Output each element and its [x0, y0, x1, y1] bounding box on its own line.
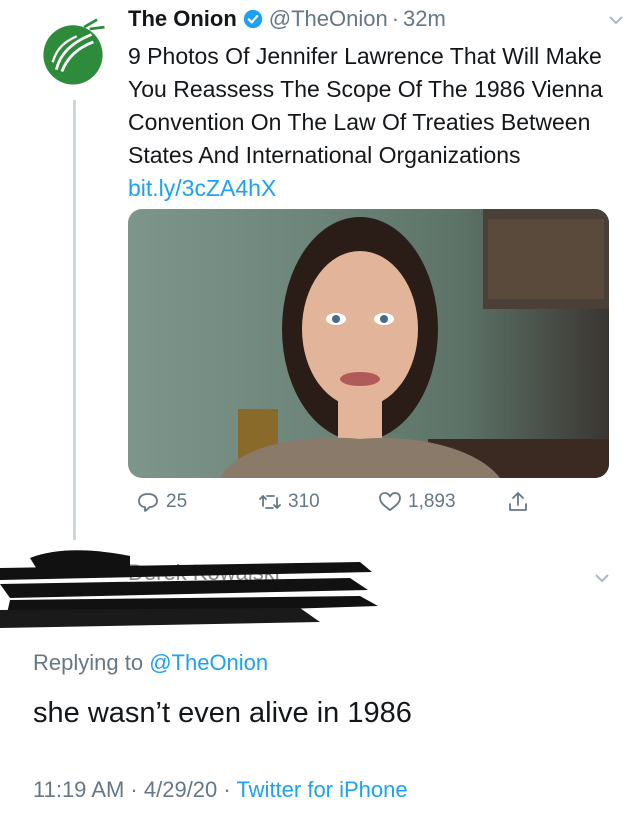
replying-mention[interactable]: @TheOnion — [149, 650, 268, 675]
onion-logo-icon — [43, 18, 105, 85]
share-action[interactable] — [506, 490, 536, 514]
reply-count: 25 — [166, 491, 188, 512]
tweet-text: 9 Photos Of Jennifer Lawrence That Will … — [128, 40, 608, 205]
tweet-time[interactable]: 32m — [403, 6, 446, 32]
reply-source[interactable]: Twitter for iPhone — [236, 777, 407, 802]
thread-connector-line — [73, 100, 76, 540]
author-name[interactable]: The Onion — [128, 6, 237, 32]
tweet-photo[interactable] — [128, 209, 609, 478]
reply-tweet-text: she wasn’t even alive in 1986 — [33, 697, 412, 729]
reply-metadata: 11:19 AM · 4/29/20 · Twitter for iPhone — [33, 777, 408, 803]
photo-illustration — [220, 209, 609, 478]
original-tweet[interactable]: The Onion @TheOnion · 32m 9 Photos Of Je… — [128, 4, 623, 205]
tweet-actions: 25 310 1,893 — [136, 490, 536, 526]
retweet-icon — [259, 494, 281, 510]
retweet-count: 310 — [288, 491, 320, 512]
reply-timestamp[interactable]: 11:19 AM · 4/29/20 · — [33, 777, 231, 802]
reply-action[interactable]: 25 — [136, 490, 187, 514]
separator-dot: · — [391, 6, 400, 31]
verified-badge-icon — [243, 9, 262, 29]
heart-icon — [379, 492, 401, 511]
replying-to-line: Replying to @TheOnion — [33, 650, 268, 676]
tweet-body: 9 Photos Of Jennifer Lawrence That Will … — [128, 43, 603, 168]
like-action[interactable]: 1,893 — [378, 490, 456, 514]
tweet-link[interactable]: bit.ly/3cZA4hX — [128, 175, 276, 201]
avatar[interactable] — [33, 13, 113, 93]
chevron-down-icon[interactable] — [606, 10, 626, 30]
retweet-action[interactable]: 310 — [258, 490, 320, 514]
chevron-down-icon[interactable] — [592, 568, 612, 588]
author-handle[interactable]: @TheOnion — [269, 6, 388, 32]
redaction-scribble: Derek Kowalski — [0, 550, 378, 628]
replying-prefix: Replying to — [33, 650, 144, 675]
redacted-user-info: Derek Kowalski — [0, 540, 380, 630]
like-count: 1,893 — [408, 491, 456, 512]
reply-icon — [138, 493, 158, 512]
tweet-header: The Onion @TheOnion · 32m — [128, 4, 618, 34]
share-icon — [509, 492, 527, 511]
